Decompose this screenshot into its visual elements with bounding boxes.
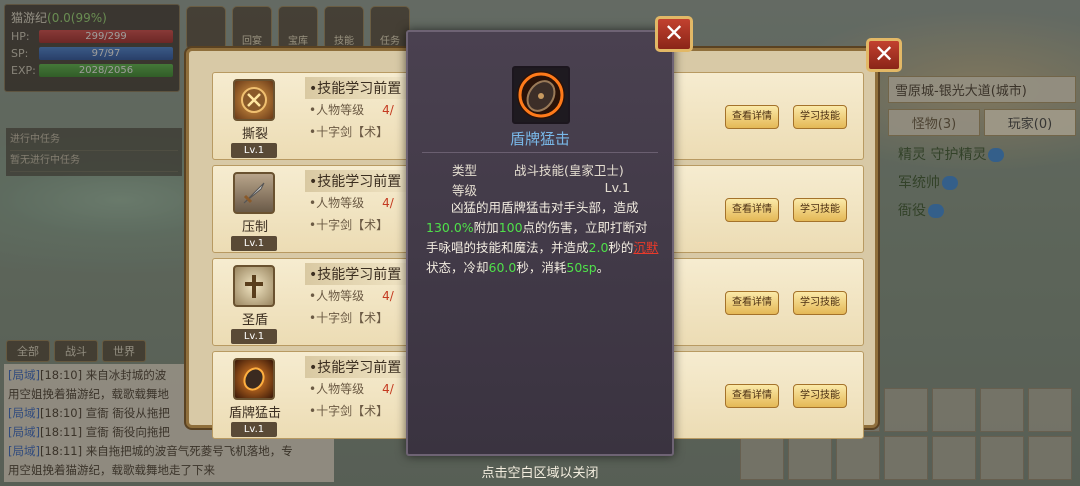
type-value: 战斗技能(皇家卫士) [514,163,624,178]
skill-level: Lv.1 [231,329,277,344]
tooltip-divider [422,152,658,153]
level-value: Lv.1 [604,180,630,195]
view-details-button[interactable]: 查看详情 [725,384,779,408]
learn-skill-button[interactable]: 学习技能 [793,198,847,222]
view-details-button[interactable]: 查看详情 [725,105,779,129]
shield-bash-icon [233,358,275,400]
close-icon: ✕ [663,19,685,47]
close-icon: ✕ [873,40,895,68]
skill-window-close-button[interactable]: ✕ [866,38,902,72]
sword-icon [233,172,275,214]
skill-name: 压制 [241,220,268,235]
learn-skill-button[interactable]: 学习技能 [793,105,847,129]
req-level: •人物等级 4/ [309,196,394,210]
view-details-button[interactable]: 查看详情 [725,291,779,315]
view-details-button[interactable]: 查看详情 [725,198,779,222]
skill-level: Lv.1 [231,143,277,158]
req-level: •人物等级 4/ [309,289,394,303]
skill-level: Lv.1 [231,236,277,251]
tooltip-description: 凶猛的用盾牌猛击对手头部，造成130.0%附加100点的伤害，立即打断对手咏唱的… [426,200,659,275]
tear-icon [233,79,275,121]
req-prerequisite: •十字剑【术】 [309,125,389,139]
skill-name: 圣盾 [241,313,268,328]
learn-skill-button[interactable]: 学习技能 [793,384,847,408]
level-label: 等级 [452,183,478,198]
req-prerequisite: •十字剑【术】 [309,311,389,325]
tooltip-close-button[interactable]: ✕ [655,16,693,52]
skill-name: 盾牌猛击 [228,406,281,421]
type-label: 类型 [452,163,478,178]
learn-skill-button[interactable]: 学习技能 [793,291,847,315]
skill-level: Lv.1 [231,422,277,437]
close-hint-text: 点击空白区域以关闭 [481,466,599,481]
skill-tooltip: 盾牌猛击 类型 战斗技能(皇家卫士) 等级 Lv.1 凶猛的用盾牌猛击对手头部，… [406,30,674,456]
cross-shield-icon [233,265,275,307]
req-level: •人物等级 4/ [309,382,394,396]
req-prerequisite: •十字剑【术】 [309,404,389,418]
skill-name: 撕裂 [241,127,268,142]
req-level: •人物等级 4/ [309,103,394,117]
shield-bash-icon [512,66,570,124]
req-prerequisite: •十字剑【术】 [309,218,389,232]
tooltip-skill-title: 盾牌猛击 [509,130,570,148]
